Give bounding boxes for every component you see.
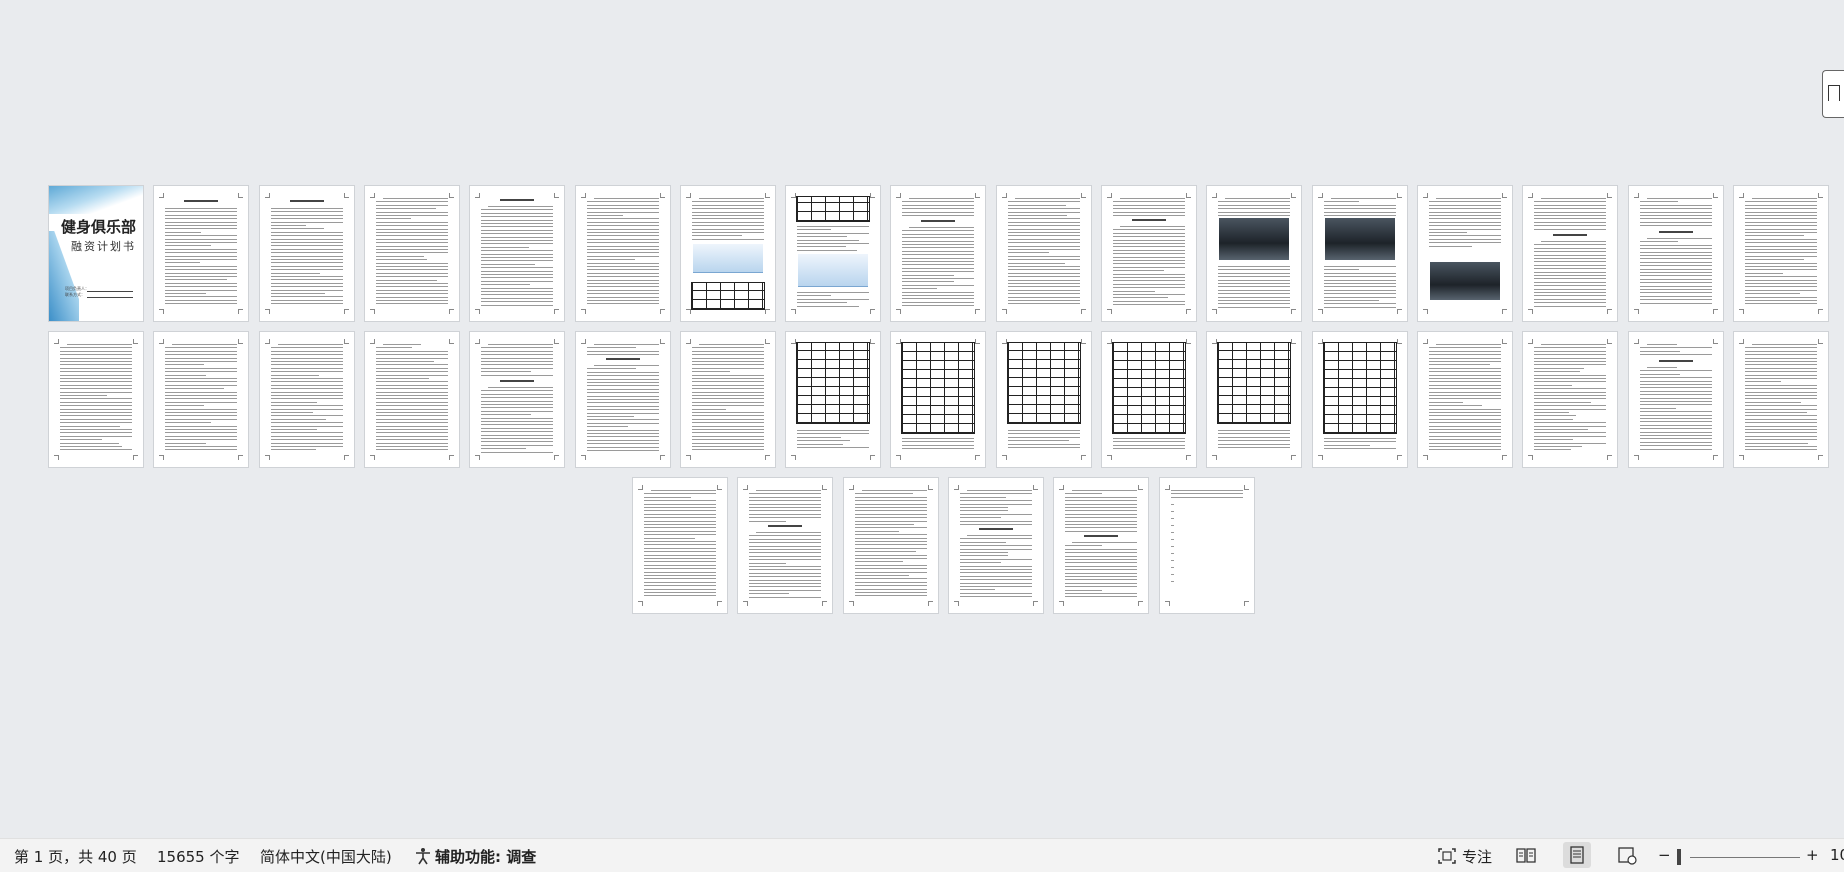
page-thumbnail[interactable] (259, 185, 355, 322)
print-layout-button[interactable] (1563, 842, 1591, 868)
zoom-slider-thumb[interactable] (1677, 849, 1681, 865)
page-thumbnail[interactable] (1312, 185, 1408, 322)
page-thumbnail[interactable] (632, 477, 728, 614)
accessibility-icon[interactable] (414, 847, 432, 869)
web-layout-button[interactable] (1613, 842, 1641, 868)
page-thumbnail[interactable] (469, 185, 565, 322)
zoom-out-button[interactable]: − (1658, 846, 1671, 864)
zoom-in-button[interactable]: + (1806, 846, 1819, 864)
page-thumbnail[interactable] (1053, 477, 1149, 614)
page-thumbnail[interactable] (1522, 331, 1618, 468)
bookmark-icon (1828, 85, 1840, 101)
zoom-level[interactable]: 10 (1830, 846, 1844, 864)
page-thumbnail[interactable] (996, 185, 1092, 322)
page-thumbnail[interactable] (259, 331, 355, 468)
page-thumbnail[interactable] (575, 331, 671, 468)
page-thumbnail[interactable] (890, 331, 986, 468)
page-thumbnail[interactable] (680, 331, 776, 468)
document-canvas[interactable]: 健身俱乐部 融资计划书 项目负责人： 联系方式： (0, 0, 1844, 838)
page-thumbnail[interactable] (153, 331, 249, 468)
page-thumbnail[interactable] (153, 185, 249, 322)
page-thumbnail[interactable] (1733, 331, 1829, 468)
page-thumbnail[interactable] (1417, 331, 1513, 468)
page-thumbnail[interactable] (843, 477, 939, 614)
page-thumbnail[interactable] (785, 331, 881, 468)
page-thumbnail[interactable] (1206, 185, 1302, 322)
page-thumbnail[interactable] (1522, 185, 1618, 322)
page-thumbnail[interactable] (575, 185, 671, 322)
print-layout-icon (1570, 846, 1584, 864)
word-count[interactable]: 15655 个字 (157, 846, 240, 867)
page-thumbnail[interactable] (737, 477, 833, 614)
page-thumbnail[interactable] (48, 331, 144, 468)
language-indicator[interactable]: 简体中文(中国大陆) (260, 846, 392, 867)
focus-icon[interactable] (1437, 847, 1457, 869)
page-thumbnail[interactable] (1312, 331, 1408, 468)
page-thumbnail[interactable] (948, 477, 1044, 614)
accessibility-status[interactable]: 辅助功能: 调查 (435, 846, 536, 867)
page-thumbnail[interactable] (1628, 331, 1724, 468)
page-thumbnail[interactable] (996, 331, 1092, 468)
read-mode-button[interactable] (1512, 842, 1540, 868)
page-thumbnail[interactable] (1101, 185, 1197, 322)
page-thumbnail[interactable] (1206, 331, 1302, 468)
cover-title: 健身俱乐部 (61, 218, 137, 236)
status-bar: 第 1 页，共 40 页 15655 个字 简体中文(中国大陆) 辅助功能: 调… (0, 838, 1844, 872)
cover-field-label: 联系方式： (65, 292, 85, 297)
page-thumbnail[interactable] (364, 331, 460, 468)
read-mode-icon (1516, 848, 1536, 863)
page-thumbnail[interactable] (469, 331, 565, 468)
focus-button[interactable]: 专注 (1462, 846, 1492, 867)
page-thumbnail[interactable] (1417, 185, 1513, 322)
page-thumbnail[interactable] (890, 185, 986, 322)
page-info[interactable]: 第 1 页，共 40 页 (14, 846, 137, 867)
page-thumbnail[interactable] (785, 185, 881, 322)
web-layout-icon (1618, 847, 1637, 865)
cover-subtitle: 融资计划书 (71, 240, 136, 253)
zoom-slider-track[interactable] (1690, 857, 1800, 858)
page-thumbnail[interactable] (1101, 331, 1197, 468)
page-thumbnail[interactable] (1733, 185, 1829, 322)
page-thumbnail[interactable] (1628, 185, 1724, 322)
bookmark-button[interactable] (1822, 70, 1844, 118)
page-thumbnail[interactable]: 健身俱乐部 融资计划书 项目负责人： 联系方式： (48, 185, 144, 322)
page-thumbnail[interactable] (364, 185, 460, 322)
page-thumbnail[interactable] (680, 185, 776, 322)
page-thumbnail[interactable] (1159, 477, 1255, 614)
